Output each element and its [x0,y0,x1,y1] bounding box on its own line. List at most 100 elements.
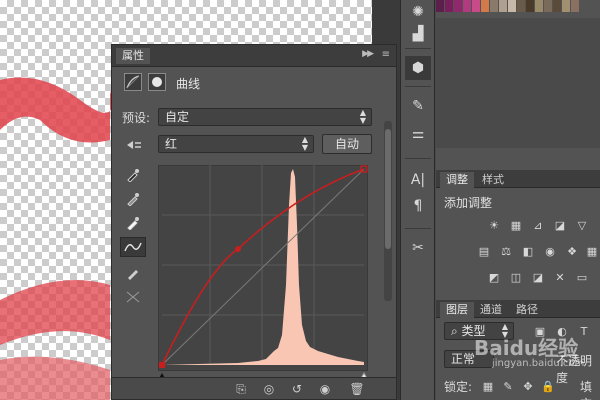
color-balance-icon[interactable]: ⚖ [498,244,514,258]
tab-properties[interactable]: 属性 [116,48,150,64]
brush-presets-icon[interactable]: ⚌ [405,122,431,146]
properties-cube-icon[interactable]: ⬢ [405,56,431,80]
hue-saturation-icon[interactable]: ▤ [476,244,492,258]
swatch[interactable] [436,0,444,12]
curve-point-mid[interactable] [235,246,241,252]
tools-icon[interactable]: ✂ [405,236,431,260]
delete-trash-icon[interactable]: 🗑 [348,381,366,397]
strip-divider [405,158,431,159]
adjustment-header: 曲线 [120,73,380,95]
black-point-eyedropper-icon[interactable] [120,165,146,185]
properties-scrollbar[interactable] [384,121,392,301]
swatch[interactable] [517,0,525,12]
properties-footer: ⎘ ◎ ↺ ◉ 🗑 [112,377,396,399]
posterize-icon[interactable]: ◫ [508,270,524,284]
curve-point-black[interactable] [159,362,165,368]
dropdown-arrows-icon: ▲ ▼ [359,108,366,125]
scrollbar-thumb[interactable] [385,129,391,249]
add-adjustment-label: 添加调整 [444,196,493,210]
color-lookup-icon[interactable]: ▦ [584,244,600,258]
swatch[interactable] [544,0,552,12]
brightness-icon[interactable]: ☀ [486,218,502,232]
preset-dropdown[interactable]: 自定 ▲ ▼ [158,108,372,126]
preset-label: 预设: [122,111,151,125]
photo-filter-icon[interactable]: ◉ [542,244,558,258]
swatch[interactable] [445,0,453,12]
histogram-icon[interactable]: ▟ [405,22,431,46]
baidu-watermark: Baidu经验 [474,336,579,360]
swatches-body [436,18,600,148]
lock-image-icon[interactable]: ✎ [500,379,516,393]
auto-button[interactable]: 自动 [322,134,372,154]
edit-points-curve-icon[interactable] [120,237,146,257]
panel-icon-strip: ✺ ▟ ⬢ ✎ ⚌ A| ¶ ✂ [400,0,435,400]
paragraph-icon[interactable]: ¶ [405,194,431,218]
watermark-url: jingyan.baidu.com [492,358,585,369]
channel-dropdown[interactable]: 红 ▲ ▼ [158,135,314,153]
swatch[interactable] [490,0,498,12]
tab-adjustments[interactable]: 调整 [440,172,474,188]
curve-graph[interactable] [158,165,368,371]
sun-icon[interactable]: ✺ [405,0,431,24]
swatch[interactable] [562,0,570,12]
white-point-eyedropper-icon[interactable] [120,213,146,233]
tab-paths[interactable]: 路径 [510,302,544,318]
vibrance-icon[interactable]: ▽ [574,218,590,232]
reset-icon[interactable]: ↺ [288,381,306,397]
swatch[interactable] [571,0,579,12]
on-image-adjust-icon[interactable] [120,135,146,155]
tab-channels[interactable]: 通道 [474,302,508,318]
lock-all-icon[interactable]: 🔒 [540,379,556,393]
strip-divider [405,86,431,87]
smooth-curve-icon[interactable] [120,287,146,307]
swatch[interactable] [526,0,534,12]
properties-panel: 属性 ▶▶ ≡ 曲线 预设: 自定 ▲ ▼ 红 ▲ ▼ 自动 ⎘ ◎ ↺ ◉ 🗑 [111,44,397,400]
character-icon[interactable]: A| [405,168,431,192]
adjustment-title: 曲线 [176,77,201,91]
tab-styles[interactable]: 样式 [476,172,510,188]
double-chevron-right-icon[interactable]: ▶▶ [362,49,374,59]
curves-icon[interactable] [124,73,142,91]
dropdown-arrows-icon: ▲ ▼ [301,135,308,152]
swatch[interactable] [553,0,561,12]
blend-mode-value: 正常 [451,352,476,366]
channel-mixer-icon[interactable]: ❖ [564,244,580,258]
layers-tabbar: 图层 通道 路径 [436,300,600,318]
filter-type-icon[interactable]: T [576,324,592,338]
swatch[interactable] [463,0,471,12]
brush-icon[interactable]: ✎ [405,94,431,118]
invert-icon[interactable]: ◩ [486,270,502,284]
swatch[interactable] [472,0,480,12]
search-icon: ⌕ [451,324,462,338]
black-white-icon[interactable]: ◧ [520,244,536,258]
swatch[interactable] [481,0,489,12]
swatches-strip [436,0,600,18]
swatch[interactable] [454,0,462,12]
tab-layers[interactable]: 图层 [440,302,474,318]
lock-transparent-icon[interactable]: ▦ [480,379,496,393]
levels-icon[interactable]: ▦ [508,218,524,232]
clip-to-layer-icon[interactable]: ⎘ [232,381,250,397]
mask-icon[interactable] [148,73,166,91]
gradient-map-icon[interactable]: ▭ [574,270,590,284]
visibility-eye-icon[interactable]: ◉ [316,381,334,397]
exposure-icon[interactable]: ◪ [552,218,568,232]
gray-point-eyedropper-icon[interactable] [120,189,146,209]
swatch[interactable] [508,0,516,12]
threshold-icon[interactable]: ◪ [530,270,546,284]
view-previous-state-icon[interactable]: ◎ [260,381,278,397]
fill-label: 填充 [580,380,593,400]
pencil-icon[interactable] [120,263,146,283]
lock-label: 锁定: [444,380,473,394]
lock-position-icon[interactable]: ✥ [520,379,536,393]
swatch[interactable] [535,0,543,12]
properties-titlebar: 属性 ▶▶ ≡ [112,45,396,67]
curves-adjust-icon[interactable]: ⊿ [530,218,546,232]
panel-menu-icon[interactable]: ≡ [382,49,390,60]
channel-value: 红 [165,137,178,151]
swatch[interactable] [499,0,507,12]
preset-value: 自定 [165,110,190,124]
selective-color-icon[interactable]: ✕ [552,270,568,284]
adjustments-tabbar: 调整 样式 [436,170,600,188]
strip-divider [405,228,431,229]
